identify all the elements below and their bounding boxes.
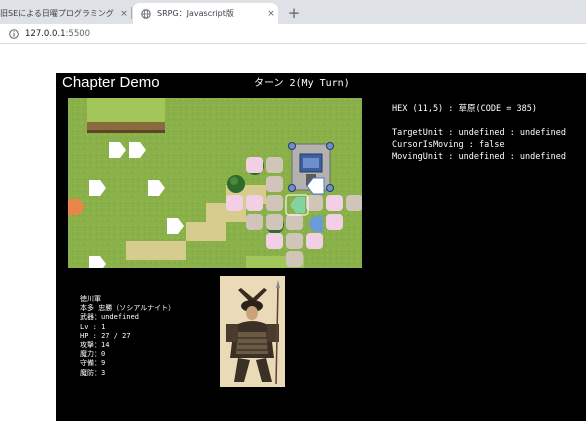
tab-title: SRPG：Javascript版 xyxy=(157,9,234,18)
range-tile[interactable] xyxy=(326,214,343,230)
moving-unit-info: MovingUnit : undefined : undefined xyxy=(392,152,566,162)
hill-top xyxy=(87,98,165,133)
unit-portrait xyxy=(220,276,285,387)
range-tile[interactable] xyxy=(266,157,283,173)
range-tile[interactable] xyxy=(286,233,303,249)
unit-army: 徳川軍 xyxy=(80,295,101,303)
range-tile[interactable] xyxy=(246,157,263,173)
range-tile[interactable] xyxy=(246,195,263,211)
url-port: :5500 xyxy=(65,28,91,39)
unit-hp: HP : 27 / 27 xyxy=(80,331,131,340)
url-host: 127.0.0.1 xyxy=(25,28,66,39)
browser-tab-srpg[interactable]: SRPG：Javascript版 × xyxy=(133,3,278,24)
info-icon[interactable] xyxy=(9,28,19,39)
range-tile[interactable] xyxy=(246,214,263,230)
range-tile[interactable] xyxy=(306,195,323,211)
range-tile[interactable] xyxy=(266,176,283,192)
range-tile[interactable] xyxy=(226,195,243,211)
url-text[interactable]: 127.0.0.1:5500 xyxy=(25,29,90,39)
tactical-map[interactable] xyxy=(68,98,362,268)
unit-attack: 攻撃：14 xyxy=(80,341,110,350)
tree xyxy=(227,175,245,193)
map-graphics[interactable] xyxy=(68,98,362,268)
range-tile[interactable] xyxy=(326,195,343,211)
range-tile[interactable] xyxy=(286,251,303,267)
unit-status-panel: 徳川軍 本多 忠勝（ソシアルナイト） 武器：undefined Lv : 1 H… xyxy=(80,295,175,378)
range-tile[interactable] xyxy=(306,233,323,249)
range-tile[interactable] xyxy=(286,214,303,230)
close-icon[interactable]: × xyxy=(264,9,278,19)
tab-title: 旧SEによる日曜プログラミング xyxy=(0,9,114,18)
browser-tab-blog[interactable]: 旧SEによる日曜プログラミング × xyxy=(0,3,131,24)
browser-tab-bar: 旧SEによる日曜プログラミング × SRPG：Javascript版 × + xyxy=(0,0,586,24)
cursor-moving-info: CursorIsMoving : false xyxy=(392,140,505,150)
globe-icon xyxy=(141,8,151,19)
unit-resistance: 魔防：3 xyxy=(80,368,106,377)
range-tile[interactable] xyxy=(266,233,283,249)
address-bar[interactable]: 127.0.0.1:5500 xyxy=(0,24,586,44)
range-tile[interactable] xyxy=(346,195,362,211)
samurai-portrait-image xyxy=(220,276,285,387)
range-tile[interactable] xyxy=(266,214,283,230)
game-canvas[interactable]: Chapter Demo ターン 2(My Turn) HEX (11,5):… xyxy=(56,73,586,421)
debug-info-panel: HEX (11,5) : 草原(CODE = 385) TargetUnit :… xyxy=(392,103,566,163)
unit-level: Lv : 1 xyxy=(80,322,106,331)
unit-defense: 守備：9 xyxy=(80,359,106,368)
turn-indicator: ターン 2(My Turn) xyxy=(254,78,350,89)
chapter-title: Chapter Demo xyxy=(62,74,160,91)
target-unit-info: TargetUnit : undefined : undefined xyxy=(392,128,566,138)
tab-divider xyxy=(131,7,132,19)
range-tile[interactable] xyxy=(266,195,283,211)
new-tab-button[interactable]: + xyxy=(285,4,303,22)
close-icon[interactable]: × xyxy=(117,9,131,19)
hex-info: HEX (11,5) : 草原(CODE = 385) xyxy=(392,104,537,114)
unit-weapon: 武器：undefined xyxy=(80,313,139,322)
